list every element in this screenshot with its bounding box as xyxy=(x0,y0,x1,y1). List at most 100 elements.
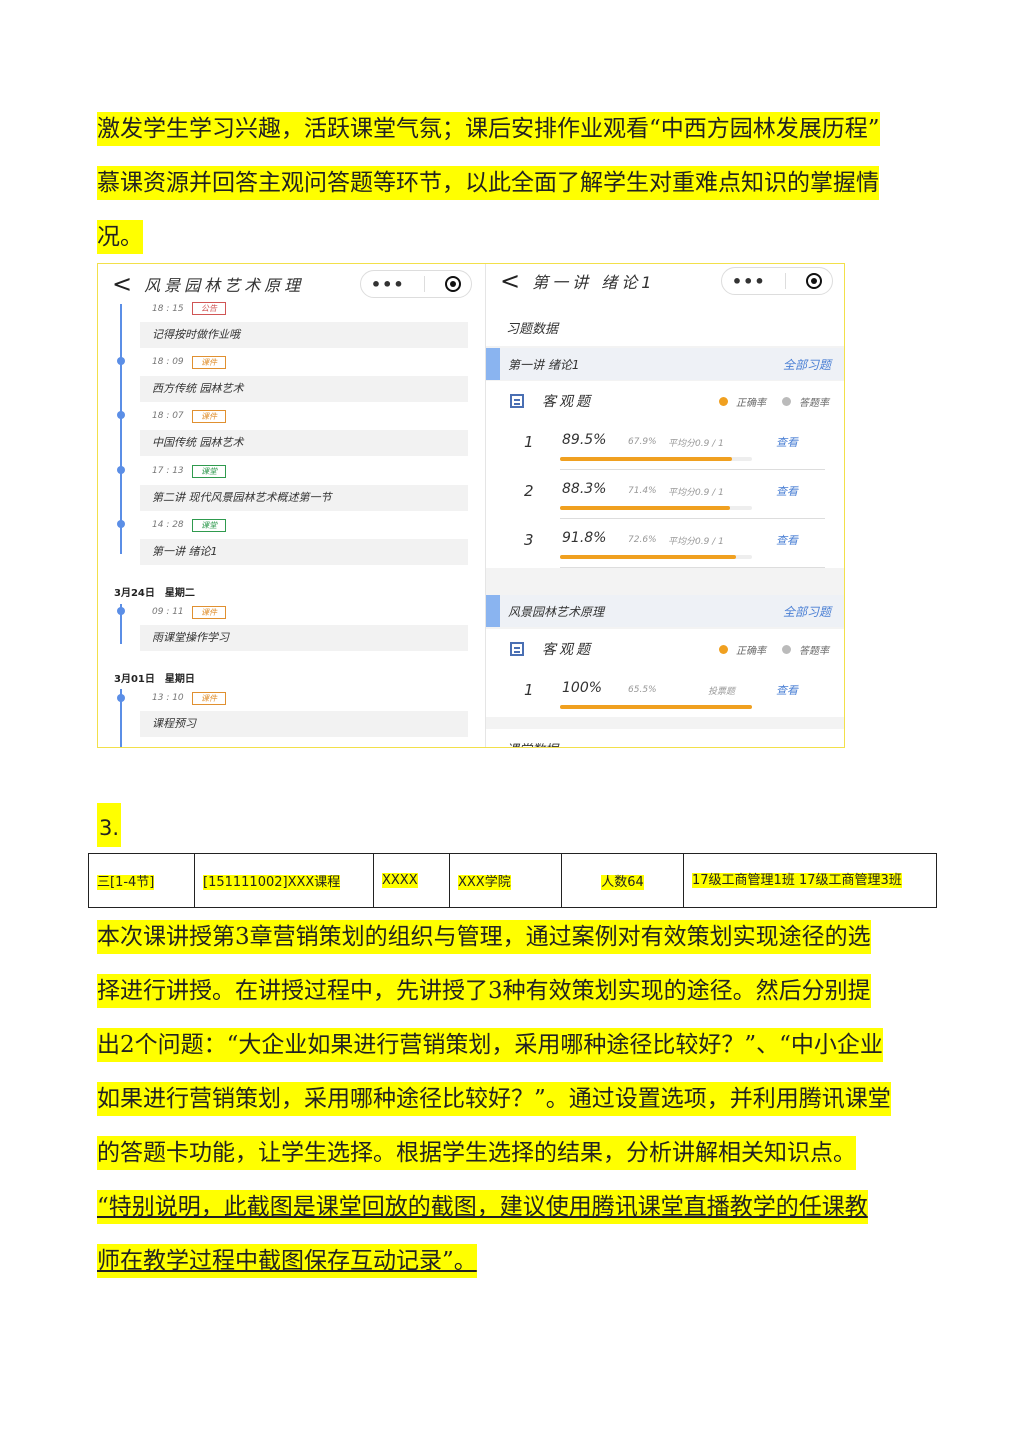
intro-line: 激发学生学习兴趣，活跃课堂气氛；课后安排作业观看“中西方园林发展历程” xyxy=(97,102,937,156)
legend-answer-label: 答题率 xyxy=(799,397,829,409)
table-cell: 三[1-4节] xyxy=(88,853,195,908)
correct-rate: 88.3% xyxy=(562,481,607,497)
item-time: 09 : 11 xyxy=(152,607,184,617)
timeline-dot xyxy=(117,607,125,615)
table-cell: [151111002]XXX课程 xyxy=(194,853,374,908)
gray-dot-icon xyxy=(782,644,791,654)
all-exercises-link[interactable]: 全部习题 xyxy=(783,603,831,620)
section-label-bar: 习题数据 xyxy=(486,298,844,346)
progress-track xyxy=(560,457,752,461)
embedded-app-screenshot: < 风景园林艺术原理 ••• 18 : 15 公告 记得按时做作业哦 18 : … xyxy=(97,263,845,748)
row-divider xyxy=(560,567,825,568)
class-data-label: 课堂数据 xyxy=(506,739,558,747)
timeline-dot xyxy=(117,694,125,702)
view-link[interactable]: 查看 xyxy=(776,434,798,450)
section-name: 第一讲 绪论1 xyxy=(508,357,580,372)
correct-rate: 100% xyxy=(562,680,603,696)
correct-rate: 89.5% xyxy=(562,432,607,448)
average-score: 平均分0.9 / 1 xyxy=(668,439,724,449)
table-cell: XXXX xyxy=(373,853,450,908)
progress-track xyxy=(560,705,752,709)
item-card[interactable]: 课程预习 xyxy=(140,711,468,737)
intro-line: 况。 xyxy=(97,210,937,264)
timeline-dot xyxy=(117,520,125,528)
question-number: 3 xyxy=(524,531,534,549)
document-icon xyxy=(510,642,524,656)
headcount-cell: 人数64 xyxy=(601,875,644,890)
timeline-dot xyxy=(117,357,125,365)
progress-fill xyxy=(560,705,752,709)
view-link[interactable]: 查看 xyxy=(776,483,798,499)
capsule-divider xyxy=(785,273,787,289)
orange-dot-icon xyxy=(719,644,728,654)
progress-track xyxy=(560,506,752,510)
item-tag: 课件 xyxy=(192,606,226,619)
back-icon[interactable]: < xyxy=(500,267,520,295)
table-row: 三[1-4节] [151111002]XXX课程 XXXX XXX学院 人数64… xyxy=(88,853,937,908)
objective-header: 客观题 正确率 答题率 xyxy=(486,381,844,421)
gray-dot-icon xyxy=(782,396,791,406)
college-cell: XXX学院 xyxy=(458,875,511,890)
body-paragraph: 本次课讲授第3章营销策划的组织与管理，通过案例对有效策划实现途径的选 择进行讲授… xyxy=(97,910,937,1180)
back-icon[interactable]: < xyxy=(112,270,132,298)
table-cell: 人数64 xyxy=(561,853,684,908)
all-exercises-link[interactable]: 全部习题 xyxy=(783,356,831,373)
orange-dot-icon xyxy=(719,396,728,406)
document-icon xyxy=(510,394,524,408)
body-line: 出2个问题：“大企业如果进行营销策划，采用哪种途径比较好？”、“中小企业 xyxy=(97,1018,937,1072)
right-top-bar: < 第一讲 绪论1 ••• xyxy=(486,264,844,298)
progress-track xyxy=(560,555,752,559)
mini-program-capsule: ••• xyxy=(721,267,833,295)
section-header: 第一讲 绪论1 全部习题 xyxy=(486,348,844,380)
capsule-divider xyxy=(424,276,426,292)
item-time: 18 : 15 xyxy=(152,304,184,314)
item-tag: 公告 xyxy=(192,302,226,315)
view-link[interactable]: 查看 xyxy=(776,532,798,548)
session-cell: 三[1-4节] xyxy=(97,875,155,890)
course-title: 风景园林艺术原理 xyxy=(144,276,305,295)
note-paragraph: “特别说明，此截图是课堂回放的截图，建议使用腾讯课堂直播教学的任课教 师在教学过… xyxy=(97,1180,937,1288)
note-line: 师在教学过程中截图保存互动记录”。 xyxy=(97,1234,937,1288)
question-row: 3 91.8% 72.6% 平均分0.9 / 1 查看 xyxy=(486,519,844,568)
section-accent-bar xyxy=(486,595,500,627)
body-line: 择进行讲授。在讲授过程中，先讲授了3种有效策划实现的途径。然后分别提 xyxy=(97,964,937,1018)
table-cell: XXX学院 xyxy=(449,853,562,908)
section-number: 3. xyxy=(97,803,122,847)
answer-rate: 67.9% xyxy=(628,437,657,447)
item-card[interactable]: 西方传统 园林艺术 xyxy=(140,376,468,402)
progress-fill xyxy=(560,555,737,559)
exercise-data-label: 习题数据 xyxy=(506,322,559,337)
close-circle-icon[interactable] xyxy=(445,276,462,292)
more-dots-icon[interactable]: ••• xyxy=(732,272,766,291)
view-link[interactable]: 查看 xyxy=(776,682,798,698)
item-card[interactable]: 第二讲 现代风景园林艺术概述第一节 xyxy=(140,485,468,511)
item-card[interactable]: 第一讲 绪论1 xyxy=(140,539,468,565)
exercise-data-panel: < 第一讲 绪论1 ••• 习题数据 第一讲 绪论1 全部习题 客观题 正确率 … xyxy=(485,264,844,747)
legend-correct-label: 正确率 xyxy=(736,397,766,409)
item-tag: 课件 xyxy=(192,410,226,423)
item-card[interactable]: 雨课堂操作学习 xyxy=(140,625,468,651)
answer-rate: 71.4% xyxy=(628,486,657,496)
objective-label: 客观题 xyxy=(542,394,593,410)
note-line: “特别说明，此截图是课堂回放的截图，建议使用腾讯课堂直播教学的任课教 xyxy=(97,1180,937,1234)
average-score: 平均分0.9 / 1 xyxy=(668,488,724,498)
question-number: 1 xyxy=(524,681,534,699)
table-cell: 17级工商管理1班 17级工商管理3班 xyxy=(683,853,937,908)
correct-rate: 91.8% xyxy=(562,530,607,546)
item-card[interactable]: 中国传统 园林艺术 xyxy=(140,430,468,456)
item-card[interactable]: 记得按时做作业哦 xyxy=(140,322,468,348)
question-row: 1 89.5% 67.9% 平均分0.9 / 1 查看 xyxy=(486,421,844,470)
item-time: 17 : 13 xyxy=(152,466,184,476)
timeline-dot xyxy=(117,411,125,419)
more-dots-icon[interactable]: ••• xyxy=(371,275,405,294)
legend-answer-label: 答题率 xyxy=(799,645,829,657)
body-line: 的答题卡功能，让学生选择。根据学生选择的结果，分析讲解相关知识点。 xyxy=(97,1126,937,1180)
item-time: 18 : 09 xyxy=(152,357,184,367)
timeline-line xyxy=(120,304,122,554)
item-tag: 课堂 xyxy=(192,465,226,478)
legend-correct: 正确率 xyxy=(719,394,766,409)
average-score: 平均分0.9 / 1 xyxy=(668,537,724,547)
question-number: 1 xyxy=(524,433,534,451)
close-circle-icon[interactable] xyxy=(806,273,823,289)
course-timeline-panel: < 风景园林艺术原理 ••• 18 : 15 公告 记得按时做作业哦 18 : … xyxy=(98,264,484,747)
